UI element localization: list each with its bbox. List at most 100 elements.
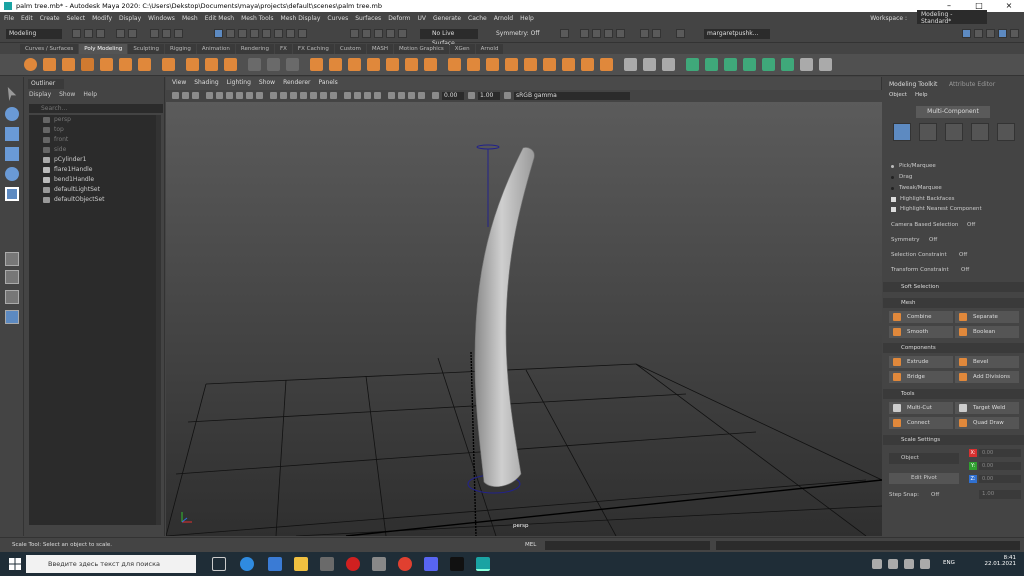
quad-draw-button[interactable]: Quad Draw — [955, 417, 1019, 429]
depth-of-field-icon[interactable] — [374, 92, 381, 99]
merge-icon[interactable] — [505, 58, 518, 71]
gamma-icon[interactable] — [468, 92, 475, 99]
step-snap-select[interactable]: Off — [931, 492, 939, 498]
collapse-icon[interactable] — [524, 58, 537, 71]
opera-icon[interactable] — [346, 557, 360, 571]
outliner-item-front[interactable]: front — [43, 135, 68, 145]
image-plane-icon[interactable] — [192, 92, 199, 99]
shelf-tab-custom[interactable]: Custom — [334, 44, 366, 54]
attribute-editor-toggle-icon[interactable] — [986, 29, 995, 38]
channel-box-toggle-icon[interactable] — [974, 29, 983, 38]
taskbar-search-input[interactable]: Введите здесь текст для поиска — [26, 555, 196, 573]
bevel-button[interactable]: Bevel — [955, 356, 1019, 368]
select-mask-icon[interactable] — [214, 29, 223, 38]
drag-option[interactable]: Drag — [891, 174, 912, 180]
exposure-icon[interactable] — [432, 92, 439, 99]
tab-modeling-toolkit[interactable]: Modeling Toolkit — [889, 81, 937, 88]
textured-icon[interactable] — [310, 92, 317, 99]
edge-mode-icon[interactable] — [945, 123, 963, 141]
shelf-tab-animation[interactable]: Animation — [196, 44, 235, 54]
viewport-menu-renderer[interactable]: Renderer — [283, 79, 310, 86]
menu-mesh[interactable]: Mesh — [182, 15, 198, 22]
viewport-menu-lighting[interactable]: Lighting — [227, 79, 251, 86]
viewport-menu-panels[interactable]: Panels — [318, 79, 337, 86]
undo-icon[interactable] — [116, 29, 125, 38]
gate-mask-icon[interactable] — [236, 92, 243, 99]
uv-unfold-icon[interactable] — [686, 58, 699, 71]
uv-auto-icon[interactable] — [781, 58, 794, 71]
move-tool-icon[interactable] — [5, 147, 19, 161]
crease-icon[interactable] — [600, 58, 613, 71]
outliner-item-pcylinder1[interactable]: pCylinder1 — [43, 155, 86, 165]
uv-editor-icon[interactable] — [267, 58, 280, 71]
mirror-icon[interactable] — [405, 58, 418, 71]
outliner-layout-icon[interactable] — [5, 310, 19, 324]
menu-cache[interactable]: Cache — [468, 15, 487, 22]
sweep-mesh-icon[interactable] — [186, 58, 199, 71]
uv-checker-icon[interactable] — [800, 58, 813, 71]
volume-icon[interactable] — [904, 559, 914, 569]
soft-selection-section[interactable]: Soft Selection — [883, 282, 1024, 292]
selection-constraint-value[interactable]: Off — [959, 252, 967, 258]
shelf-tab-poly-modeling[interactable]: Poly Modeling — [79, 44, 128, 54]
add-divisions-button[interactable]: Add Divisions — [955, 371, 1019, 383]
snap-curve-icon[interactable] — [362, 29, 371, 38]
close-button[interactable]: × — [994, 0, 1024, 12]
camera-attributes-icon[interactable] — [172, 92, 179, 99]
xray-icon[interactable] — [398, 92, 405, 99]
wedge-icon[interactable] — [562, 58, 575, 71]
smooth-icon[interactable] — [367, 58, 380, 71]
symmetry-select[interactable]: Symmetry: Off — [496, 29, 539, 39]
select-hierarchy-icon[interactable] — [150, 29, 159, 38]
symmetry-value[interactable]: Off — [929, 237, 937, 243]
menu-mesh-display[interactable]: Mesh Display — [281, 15, 321, 22]
isolate-select-icon[interactable] — [388, 92, 395, 99]
select-tool-icon[interactable] — [248, 58, 261, 71]
viewport-menu-shading[interactable]: Shading — [194, 79, 218, 86]
render-current-icon[interactable] — [580, 29, 589, 38]
render-setup-icon[interactable] — [640, 29, 649, 38]
colorspace-select[interactable]: sRGB gamma — [514, 92, 630, 100]
chrome-icon[interactable] — [398, 557, 412, 571]
color-management-icon[interactable] — [504, 92, 511, 99]
camera-based-selection-value[interactable]: Off — [967, 222, 975, 228]
user-account[interactable]: margaretpushk... — [704, 29, 770, 39]
outliner-item-bend1handle[interactable]: bend1Handle — [43, 175, 94, 185]
shelf-tab-xgen[interactable]: XGen — [449, 44, 475, 54]
multi-cut-button[interactable]: Multi-Cut — [889, 402, 953, 414]
combine-icon[interactable] — [310, 58, 323, 71]
network-icon[interactable] — [888, 559, 898, 569]
ipr-render-icon[interactable] — [592, 29, 601, 38]
four-view-icon[interactable] — [5, 270, 19, 284]
select-tool-icon[interactable] — [7, 87, 17, 101]
outliner-tab[interactable]: Outliner — [28, 79, 64, 89]
film-gate-icon[interactable] — [216, 92, 223, 99]
uv-mode-icon[interactable] — [997, 123, 1015, 141]
face-mode-icon[interactable] — [971, 123, 989, 141]
shelf-tab-arnold[interactable]: Arnold — [475, 44, 504, 54]
type-icon[interactable] — [205, 58, 218, 71]
edge-browser-icon[interactable] — [240, 557, 254, 571]
select-object-icon[interactable] — [162, 29, 171, 38]
edit-pivot-button[interactable]: Edit Pivot — [889, 473, 959, 484]
single-view-icon[interactable] — [5, 252, 19, 266]
mask-render-icon[interactable] — [286, 29, 295, 38]
shelf-tab-curves-surfaces[interactable]: Curves / Surfaces — [20, 44, 79, 54]
paint-select-icon[interactable] — [5, 127, 19, 141]
extract-icon[interactable] — [348, 58, 361, 71]
outliner-item-defaultobjectset[interactable]: defaultObjectSet — [43, 195, 105, 205]
menu-windows[interactable]: Windows — [148, 15, 175, 22]
new-scene-icon[interactable] — [72, 29, 81, 38]
toolkit-menu-object[interactable]: Object — [889, 92, 907, 98]
menu-modify[interactable]: Modify — [92, 15, 112, 22]
target-weld-button[interactable]: Target Weld — [955, 402, 1019, 414]
menu-mesh-tools[interactable]: Mesh Tools — [241, 15, 273, 22]
object-mode-icon[interactable] — [893, 123, 911, 141]
uv-planar-icon[interactable] — [724, 58, 737, 71]
arnold-render-icon[interactable] — [676, 29, 685, 38]
multi-component-button[interactable]: Multi-Component — [916, 106, 990, 118]
multi-cut-icon[interactable] — [624, 58, 637, 71]
uv-spherical-icon[interactable] — [762, 58, 775, 71]
uv-cylindrical-icon[interactable] — [743, 58, 756, 71]
tray-overflow-icon[interactable] — [872, 559, 882, 569]
